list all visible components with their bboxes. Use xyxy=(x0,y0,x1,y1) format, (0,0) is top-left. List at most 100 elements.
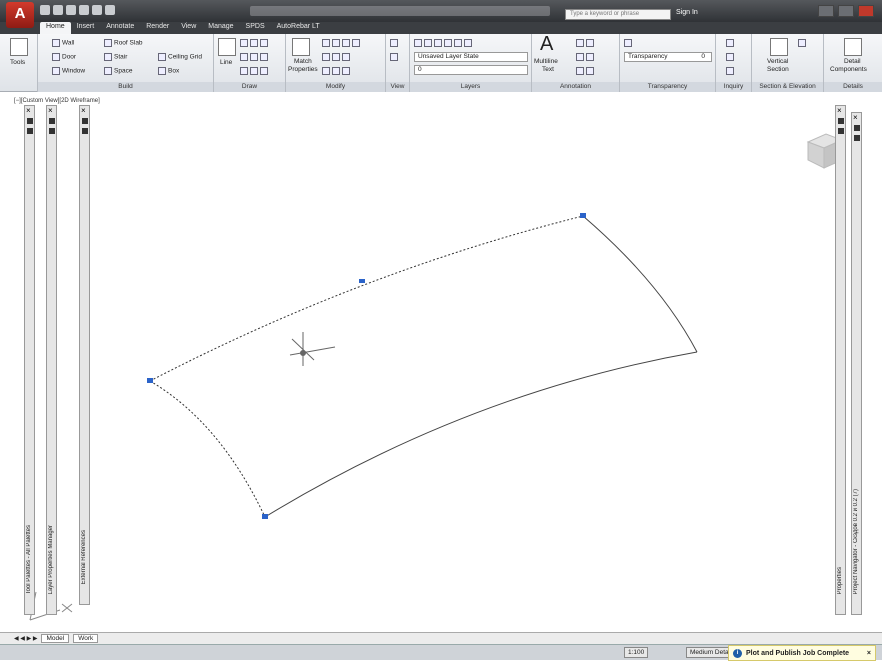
properties-icon[interactable] xyxy=(82,128,88,134)
line-icon[interactable] xyxy=(218,38,236,56)
multiline-text-icon[interactable]: A xyxy=(540,33,553,56)
search-input[interactable]: Type a keyword or phrase xyxy=(565,9,671,20)
draw-panel: Line Draw xyxy=(214,34,286,92)
circle-icon[interactable] xyxy=(240,53,270,61)
autohide-icon[interactable] xyxy=(82,118,88,124)
properties-icon[interactable] xyxy=(27,128,33,134)
inquiry-panel-title[interactable]: Inquiry xyxy=(716,82,751,92)
tab-home[interactable]: Home xyxy=(40,22,71,34)
properties-icon[interactable] xyxy=(854,135,860,141)
leader-icon[interactable] xyxy=(576,53,596,61)
notification-balloon[interactable]: i Plot and Publish Job Complete × xyxy=(728,645,876,661)
tab-model[interactable]: Model xyxy=(41,634,70,643)
vertical-section-icon[interactable] xyxy=(770,38,788,56)
surface-bottom-edge xyxy=(264,351,698,518)
roof-slab-button[interactable]: Roof Slab xyxy=(104,39,143,47)
close-icon[interactable]: × xyxy=(81,107,86,115)
calculator-icon[interactable] xyxy=(726,67,736,75)
transparency-panel-title[interactable]: Transparency xyxy=(620,82,715,92)
tab-spds[interactable]: SPDS xyxy=(240,22,271,34)
plot-icon[interactable] xyxy=(105,5,115,15)
transparency-icon[interactable] xyxy=(624,39,634,47)
tab-render[interactable]: Render xyxy=(140,22,175,34)
transparency-field[interactable]: Transparency 0 xyxy=(624,52,712,62)
view-icon[interactable] xyxy=(390,39,400,47)
erase-icon[interactable] xyxy=(322,53,352,61)
maximize-icon[interactable] xyxy=(838,5,854,17)
stair-button[interactable]: Stair xyxy=(104,53,127,61)
close-icon[interactable] xyxy=(858,5,874,17)
save-icon[interactable] xyxy=(66,5,76,15)
autohide-icon[interactable] xyxy=(49,118,55,124)
close-icon[interactable]: × xyxy=(853,114,858,122)
external-references-panel[interactable]: × External References xyxy=(79,105,90,605)
view-panel-title[interactable]: View xyxy=(386,82,409,92)
tools-panel: Tools xyxy=(0,34,38,92)
match-properties-icon[interactable] xyxy=(292,38,310,56)
annotation-panel: A Multiline Text Annotation xyxy=(532,33,620,92)
close-icon[interactable]: × xyxy=(837,107,842,115)
tools-icon[interactable] xyxy=(10,38,28,56)
tab-navigation-arrows[interactable]: ◀ ◀ ▶ ▶ xyxy=(14,635,37,642)
tab-view[interactable]: View xyxy=(175,22,202,34)
tab-autorebar-lt[interactable]: AutoRebar LT xyxy=(271,22,326,34)
drawing-canvas[interactable] xyxy=(0,92,882,632)
modify-panel-title[interactable]: Modify xyxy=(286,82,385,92)
stair-label: Stair xyxy=(114,53,128,61)
properties-panel[interactable]: × Properties xyxy=(835,105,846,615)
viewport-controls[interactable]: [−][Custom View][2D Wireframe] xyxy=(14,98,100,104)
autohide-icon[interactable] xyxy=(854,125,860,131)
box-button[interactable]: Box xyxy=(158,67,179,75)
close-icon[interactable]: × xyxy=(48,107,53,115)
open-icon[interactable] xyxy=(53,5,63,15)
redo-icon[interactable] xyxy=(92,5,102,15)
space-button[interactable]: Space xyxy=(104,67,132,75)
tab-work[interactable]: Work xyxy=(73,634,99,643)
properties-icon[interactable] xyxy=(838,128,844,134)
drawing-viewport[interactable] xyxy=(0,92,882,632)
project-navigator-panel[interactable]: × Project Navigator - Скэдов 0.2 и 0.2 (… xyxy=(851,112,862,615)
arc-icon[interactable] xyxy=(240,39,270,47)
close-icon[interactable]: × xyxy=(26,107,31,115)
roof-slab-label: Roof Slab xyxy=(114,39,143,47)
dimension-icon[interactable] xyxy=(576,39,596,47)
visual-style-icon[interactable] xyxy=(390,53,400,61)
minimize-icon[interactable] xyxy=(818,5,834,17)
layer-properties-panel[interactable]: × Layer Properties Manager xyxy=(46,105,57,615)
draw-panel-title[interactable]: Draw xyxy=(214,82,285,92)
window-button[interactable]: Window xyxy=(52,67,85,75)
sign-in-button[interactable]: Sign In xyxy=(676,9,698,16)
layer-tools-icon[interactable] xyxy=(414,39,474,47)
notification-text: Plot and Publish Job Complete xyxy=(746,649,850,657)
autohide-icon[interactable] xyxy=(27,118,33,124)
layer-state-dropdown[interactable]: Unsaved Layer State xyxy=(414,52,528,62)
tool-palettes-panel[interactable]: × Tool Palettes - All Palettes xyxy=(24,105,35,615)
rectangle-icon[interactable] xyxy=(240,67,270,75)
list-icon[interactable] xyxy=(726,53,736,61)
annotation-scale[interactable]: 1:100 xyxy=(624,647,649,658)
tab-annotate[interactable]: Annotate xyxy=(100,22,140,34)
wall-button[interactable]: Wall xyxy=(52,39,74,47)
section-panel-title[interactable]: Section & Elevation xyxy=(752,82,823,92)
new-icon[interactable] xyxy=(40,5,50,15)
ceiling-grid-button[interactable]: Ceiling Grid xyxy=(158,53,202,61)
move-icon[interactable] xyxy=(322,39,362,47)
elevation-icon[interactable] xyxy=(798,39,808,47)
detail-components-icon[interactable] xyxy=(844,38,862,56)
annotation-panel-title[interactable]: Annotation xyxy=(532,82,619,92)
details-panel-title[interactable]: Details xyxy=(824,82,882,92)
tab-manage[interactable]: Manage xyxy=(202,22,239,34)
build-panel-title[interactable]: Build xyxy=(38,82,213,92)
array-icon[interactable] xyxy=(322,67,352,75)
tab-insert[interactable]: Insert xyxy=(71,22,101,34)
layer-dropdown[interactable]: 0 xyxy=(414,65,528,75)
application-menu-button[interactable]: A xyxy=(6,2,34,28)
table-icon[interactable] xyxy=(576,67,596,75)
autohide-icon[interactable] xyxy=(838,118,844,124)
door-button[interactable]: Door xyxy=(52,53,76,61)
layers-panel-title[interactable]: Layers xyxy=(410,82,531,92)
close-icon[interactable]: × xyxy=(867,650,871,657)
undo-icon[interactable] xyxy=(79,5,89,15)
measure-icon[interactable] xyxy=(726,39,736,47)
properties-icon[interactable] xyxy=(49,128,55,134)
